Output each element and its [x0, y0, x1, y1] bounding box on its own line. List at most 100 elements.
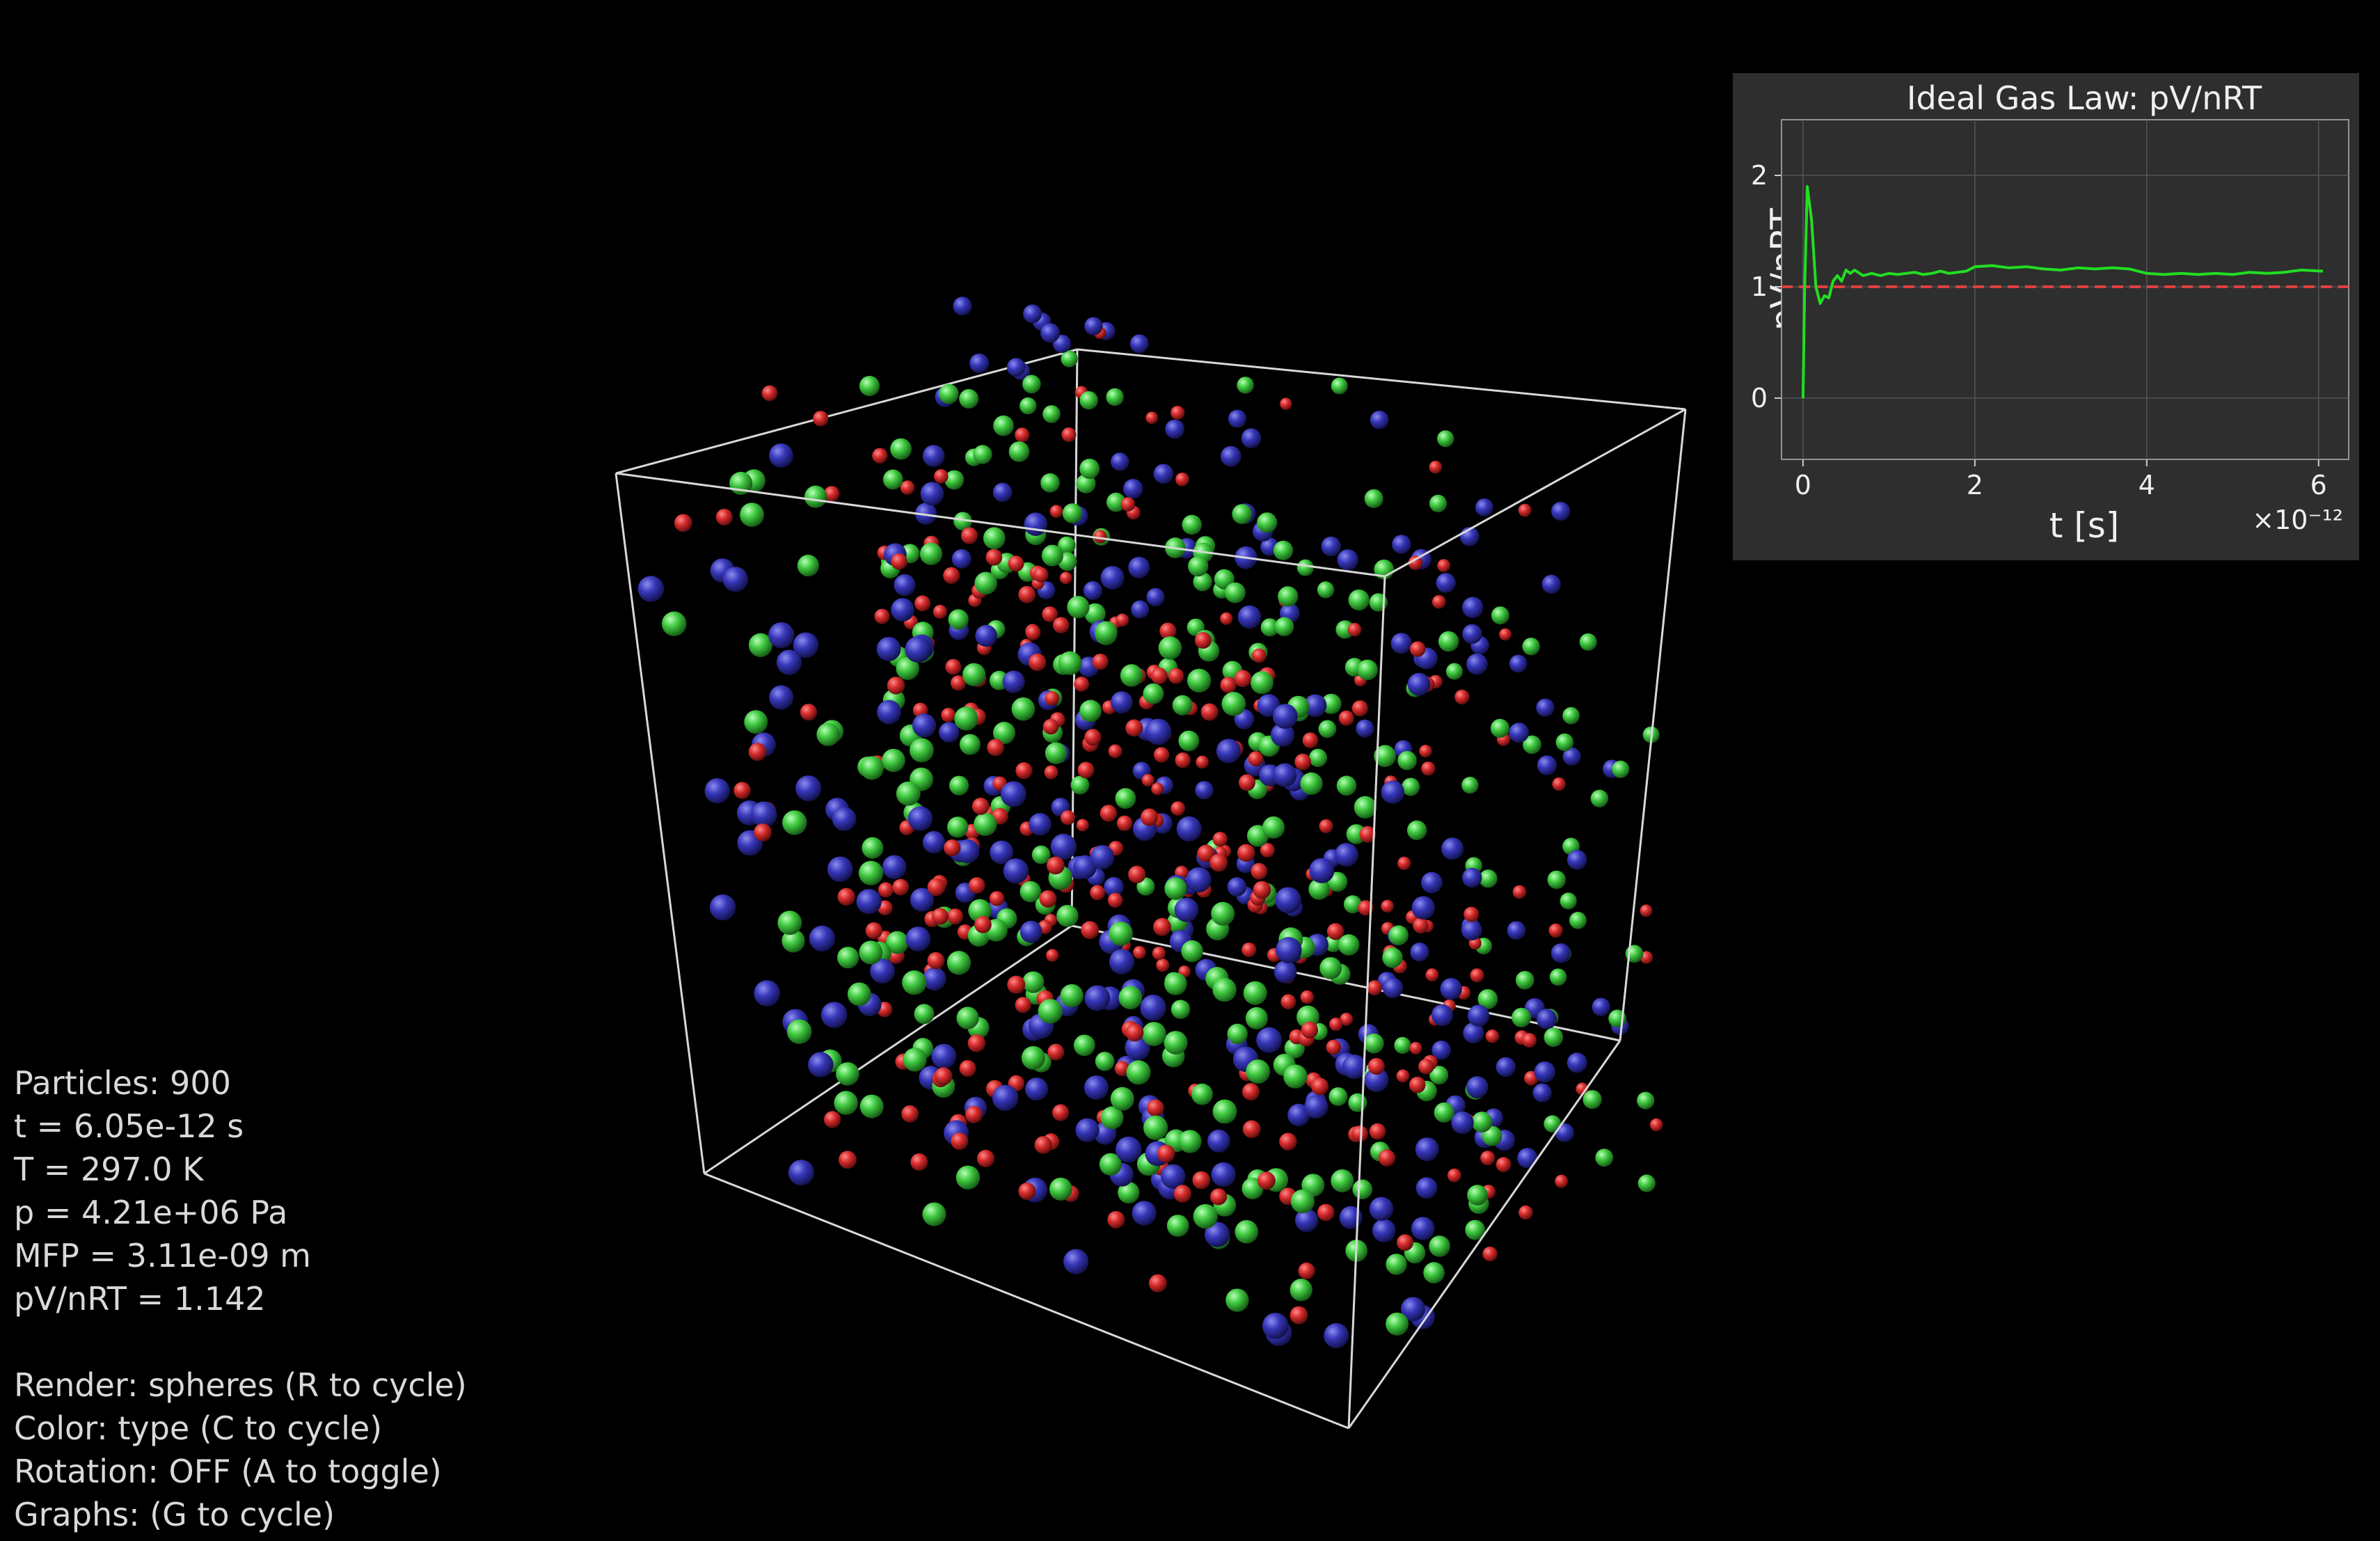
particle-red — [824, 1111, 841, 1128]
particle-red — [1512, 885, 1527, 899]
particle-red — [1146, 1099, 1164, 1117]
particle-red — [1125, 719, 1143, 737]
particle-green — [1164, 877, 1187, 900]
particle-red — [1168, 667, 1184, 684]
particle-green — [1290, 1279, 1313, 1302]
particle-blue — [768, 622, 795, 649]
particle-red — [1431, 595, 1446, 609]
particle-red — [1482, 1246, 1498, 1262]
particle-blue — [1517, 1148, 1538, 1169]
particle-green — [1171, 999, 1191, 1019]
particle-blue — [1462, 624, 1482, 645]
particle-green — [860, 756, 884, 780]
particle-green — [1073, 1034, 1095, 1057]
particle-blue — [1084, 317, 1103, 335]
particle-green — [1182, 514, 1202, 535]
particle-blue — [1186, 867, 1212, 893]
particle-green — [1394, 1036, 1411, 1054]
particle-red — [1047, 1043, 1065, 1061]
particle-blue — [923, 967, 946, 991]
particle-red — [1301, 1021, 1319, 1039]
particle-green — [1191, 1083, 1213, 1105]
particle-blue — [808, 1052, 834, 1077]
particle-blue — [1003, 858, 1029, 884]
particle-red — [1090, 885, 1105, 901]
x-tick-label: 6 — [2310, 470, 2327, 500]
particle-green — [1318, 720, 1337, 738]
particle-blue — [1145, 718, 1172, 745]
particle-blue — [894, 574, 916, 596]
particle-red — [1485, 1029, 1500, 1043]
particle-blue — [1140, 995, 1166, 1021]
particle-blue — [1063, 1249, 1089, 1274]
particle-green — [1166, 1215, 1189, 1237]
particle-blue — [969, 353, 990, 373]
particle-blue — [1084, 985, 1111, 1011]
particle-red — [985, 548, 1003, 566]
particle-green — [1555, 733, 1574, 752]
particle-green — [882, 469, 903, 490]
particle-red — [1077, 761, 1095, 779]
particle-red — [1421, 761, 1436, 776]
particle-green — [1126, 1060, 1151, 1085]
particle-red — [1347, 622, 1362, 637]
particle-green — [1423, 1262, 1445, 1283]
particle-red — [1338, 710, 1354, 726]
particle-blue — [637, 576, 665, 602]
particle-red — [1518, 503, 1532, 517]
particle-green — [919, 542, 943, 565]
particle-red — [910, 1153, 928, 1171]
particle-green — [974, 571, 997, 595]
particle-blue — [1237, 605, 1262, 629]
particle-red — [1108, 744, 1122, 759]
particle-green — [1079, 391, 1098, 410]
particle-blue — [1006, 358, 1026, 377]
particle-green — [1257, 512, 1278, 533]
particle-green — [903, 1048, 927, 1072]
particle-green — [1022, 374, 1041, 394]
particle-green — [1471, 1112, 1493, 1132]
particle-blue — [1111, 691, 1133, 713]
particle-red — [1156, 958, 1170, 972]
particle-green — [1178, 1130, 1202, 1153]
particle-green — [1595, 1148, 1614, 1167]
particle-blue — [877, 700, 901, 725]
particle-green — [1172, 695, 1193, 716]
particle-blue — [1000, 781, 1026, 807]
particle-green — [1164, 972, 1187, 995]
particle-red — [1141, 808, 1159, 826]
y-tick-label: 2 — [1751, 160, 1768, 191]
particle-green — [1095, 621, 1118, 644]
particle-blue — [905, 636, 932, 663]
particle-green — [1062, 503, 1083, 523]
particle-blue — [1390, 633, 1412, 654]
particle-blue — [809, 925, 835, 951]
x-tick-label: 0 — [1795, 470, 1811, 500]
particle-green — [1388, 925, 1409, 946]
particle-red — [1175, 472, 1189, 487]
particle-red — [1241, 942, 1257, 958]
particle-red — [1007, 975, 1026, 994]
particle-green — [777, 910, 802, 935]
particle-red — [1326, 923, 1344, 940]
particle-blue — [1304, 1095, 1328, 1119]
particle-red — [1107, 1210, 1125, 1228]
particle-blue — [1132, 1201, 1157, 1226]
particle-red — [1496, 1157, 1512, 1173]
particle-blue — [1440, 978, 1462, 1000]
particle-green — [859, 940, 883, 965]
particle-green — [1300, 772, 1323, 795]
particle-red — [865, 922, 882, 940]
particle-red — [1251, 648, 1267, 663]
particle-green — [1317, 581, 1335, 599]
simulation-box-back-edges — [615, 348, 1686, 1175]
particle-blue — [722, 567, 748, 592]
particle-green — [744, 710, 768, 734]
particle-blue — [1475, 498, 1493, 516]
particle-red — [959, 1060, 976, 1077]
particle-green — [1357, 659, 1378, 681]
particle-red — [934, 1067, 953, 1086]
particle-red — [1209, 853, 1228, 872]
particle-green — [1290, 1189, 1315, 1213]
particle-blue — [922, 831, 946, 854]
